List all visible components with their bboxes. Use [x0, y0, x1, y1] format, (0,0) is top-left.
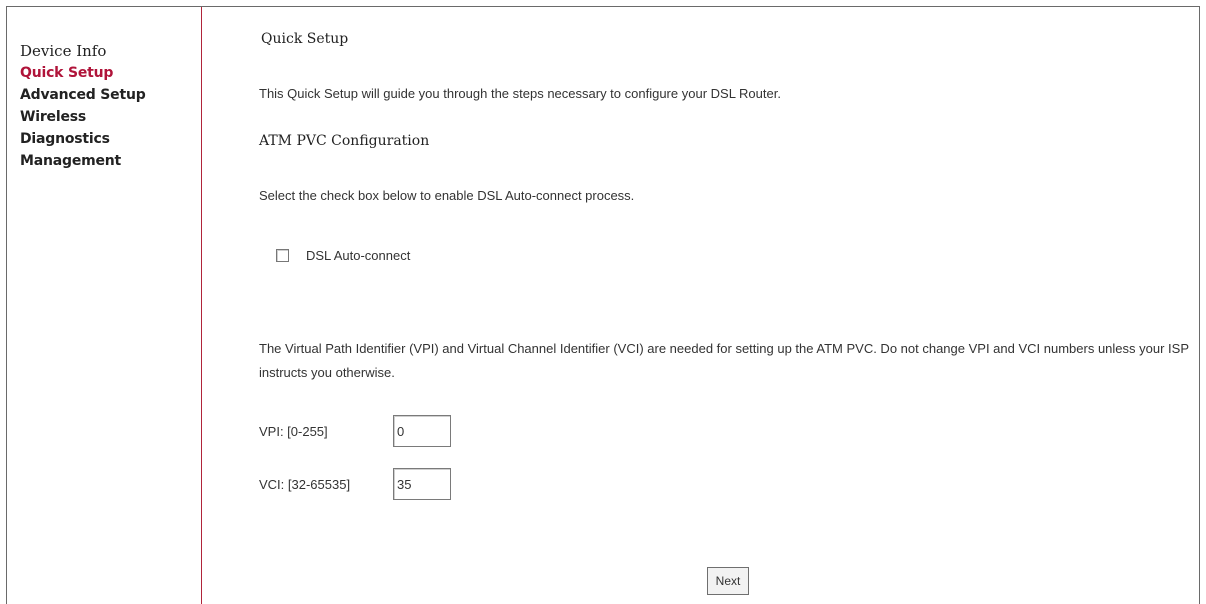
sidebar-divider	[201, 7, 202, 604]
sidebar-item-wireless[interactable]: Wireless	[20, 106, 146, 128]
vpi-row: VPI: [0-255]	[259, 415, 451, 447]
next-button[interactable]: Next	[707, 567, 749, 595]
vpi-vci-description: The Virtual Path Identifier (VPI) and Vi…	[259, 341, 1189, 380]
auto-connect-instruction: Select the check box below to enable DSL…	[259, 188, 635, 203]
sidebar: Device Info Quick Setup Advanced Setup W…	[7, 7, 200, 604]
sidebar-item-management[interactable]: Management	[20, 150, 146, 172]
sidebar-item-device-info[interactable]: Device Info	[20, 40, 146, 62]
dsl-auto-connect-checkbox[interactable]	[276, 249, 289, 262]
main-content: Quick Setup This Quick Setup will guide …	[240, 0, 1190, 604]
sidebar-item-quick-setup[interactable]: Quick Setup	[20, 62, 146, 84]
intro-text: This Quick Setup will guide you through …	[259, 86, 781, 101]
vci-label: VCI: [32-65535]	[259, 476, 351, 492]
auto-connect-row: DSL Auto-connect	[276, 248, 410, 263]
sidebar-nav: Device Info Quick Setup Advanced Setup W…	[20, 40, 146, 172]
sidebar-item-advanced-setup[interactable]: Advanced Setup	[20, 84, 146, 106]
dsl-auto-connect-label: DSL Auto-connect	[306, 248, 411, 263]
section-title: ATM PVC Configuration	[259, 133, 430, 149]
vpi-input[interactable]	[393, 415, 451, 447]
vpi-label: VPI: [0-255]	[259, 423, 328, 439]
vci-input[interactable]	[393, 468, 451, 500]
page-title: Quick Setup	[261, 31, 349, 47]
sidebar-item-diagnostics[interactable]: Diagnostics	[20, 128, 146, 150]
vci-row: VCI: [32-65535]	[259, 468, 451, 500]
